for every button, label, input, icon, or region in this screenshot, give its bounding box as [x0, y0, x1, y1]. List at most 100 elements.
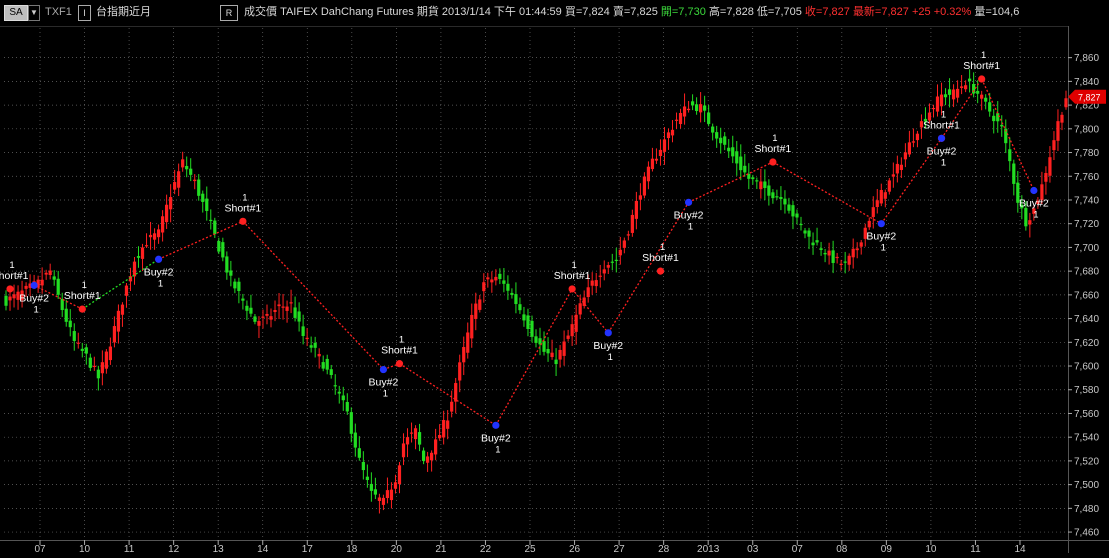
- short-signal-label: Short#1: [642, 252, 679, 264]
- candle-body: [470, 314, 474, 339]
- candle-body: [775, 196, 779, 198]
- buy-signal-label: Buy#2: [369, 377, 399, 389]
- short-signal-marker[interactable]: [568, 285, 576, 293]
- candle-body: [24, 285, 28, 289]
- candle-body: [566, 335, 570, 339]
- candle-body: [875, 200, 879, 207]
- candle-body: [333, 385, 337, 387]
- candle-body: [173, 182, 177, 190]
- candle-body: [76, 342, 80, 344]
- candle-body: [586, 287, 590, 298]
- sa-button[interactable]: SA: [4, 5, 28, 21]
- quote-item: 最新=7,827: [852, 6, 909, 18]
- short-signal-label: Short#1: [923, 119, 960, 131]
- candle-body: [658, 149, 663, 157]
- y-tick-label: 7,620: [1074, 338, 1099, 349]
- short-signal-marker[interactable]: [78, 305, 86, 313]
- candle-body: [213, 220, 217, 235]
- candle-body: [466, 332, 470, 353]
- short-signal-marker[interactable]: [769, 158, 777, 166]
- candle-body: [124, 285, 129, 296]
- candle-body: [446, 420, 450, 429]
- candle-body: [554, 359, 558, 365]
- candle-body: [530, 320, 534, 337]
- buy-signal-marker[interactable]: [379, 365, 388, 374]
- candle-body: [670, 129, 675, 136]
- chart-svg[interactable]: 7,460 7,480 7,500 7,520 7,540 7,560 7,580 7,600…: [0, 26, 1109, 555]
- candle-body: [895, 163, 899, 174]
- symbol-info-icon[interactable]: I: [78, 5, 91, 21]
- buy-signal-marker[interactable]: [684, 198, 693, 206]
- candle-body: [237, 281, 241, 292]
- candle-body: [165, 204, 169, 223]
- buy-signal-marker[interactable]: [1030, 186, 1038, 195]
- candle-body: [52, 276, 56, 280]
- buy-signal-label: Buy#2: [593, 340, 623, 352]
- candle-body: [209, 219, 213, 222]
- candle-body: [305, 337, 309, 340]
- refresh-icon[interactable]: R: [220, 5, 238, 21]
- x-tick-label: 12: [168, 544, 180, 553]
- y-tick-label: 7,760: [1074, 172, 1099, 183]
- candle-body: [903, 152, 907, 160]
- chevron-down-icon[interactable]: ▼: [28, 5, 40, 21]
- candle-body: [297, 311, 301, 322]
- candle-body: [233, 281, 237, 289]
- candle-body: [739, 156, 743, 171]
- short-signal-marker[interactable]: [239, 217, 247, 225]
- buy-signal-marker[interactable]: [492, 421, 500, 429]
- buy-signal-label: Buy#2: [19, 292, 49, 304]
- candle-body: [442, 420, 446, 438]
- candle-body: [72, 331, 76, 341]
- y-tick-label: 7,480: [1074, 504, 1099, 515]
- candle-body: [610, 261, 614, 263]
- short-signal-marker[interactable]: [656, 267, 665, 275]
- buy-signal-marker[interactable]: [604, 329, 612, 337]
- short-signal-label: Short#1: [963, 60, 1000, 72]
- x-tick-label: 27: [614, 544, 626, 553]
- buy-signal-qty: 1: [688, 221, 693, 232]
- y-tick-label: 7,780: [1074, 148, 1099, 159]
- candle-body: [482, 282, 486, 292]
- last-price-label: 7,827: [1078, 92, 1101, 102]
- candle-body: [578, 303, 582, 315]
- y-tick-label: 7,600: [1074, 362, 1099, 373]
- candle-body: [273, 310, 277, 312]
- candle-body: [201, 193, 205, 202]
- candle-body: [831, 250, 835, 263]
- candle-body: [136, 256, 141, 258]
- candle-body: [438, 434, 442, 439]
- x-tick-label: 21: [435, 544, 447, 553]
- buy-signal-marker[interactable]: [154, 255, 163, 263]
- candle-body: [293, 307, 297, 318]
- buy-signal-marker[interactable]: [877, 220, 885, 228]
- candle-body: [779, 197, 783, 200]
- candle-body: [590, 280, 594, 286]
- candle-body: [377, 497, 382, 501]
- candle-body: [1012, 163, 1016, 184]
- buy-signal-marker[interactable]: [30, 281, 38, 289]
- y-tick-label: 7,740: [1074, 195, 1099, 206]
- candle-body: [558, 349, 562, 360]
- short-signal-marker[interactable]: [395, 360, 404, 368]
- candle-body: [514, 294, 518, 305]
- short-signal-marker[interactable]: [6, 285, 14, 293]
- candle-body: [229, 270, 233, 276]
- candle-body: [289, 302, 293, 304]
- candle-body: [855, 248, 859, 251]
- candle-body: [397, 465, 402, 485]
- price-chart[interactable]: 7,460 7,480 7,500 7,520 7,540 7,560 7,580 7,600…: [0, 26, 1109, 558]
- candle-body: [44, 272, 48, 275]
- candle-body: [169, 197, 173, 210]
- candle-body: [602, 269, 606, 274]
- short-signal-marker[interactable]: [978, 75, 986, 83]
- candle-body: [177, 171, 181, 188]
- candle-body: [1060, 114, 1064, 123]
- short-signal-label: Short#1: [381, 345, 418, 357]
- symbol-code[interactable]: TXF1: [45, 5, 72, 19]
- candle-body: [369, 483, 373, 491]
- buy-signal-label: Buy#2: [481, 432, 511, 444]
- y-tick-label: 7,520: [1074, 456, 1099, 467]
- candle-body: [1048, 157, 1052, 176]
- buy-signal-marker[interactable]: [937, 134, 946, 142]
